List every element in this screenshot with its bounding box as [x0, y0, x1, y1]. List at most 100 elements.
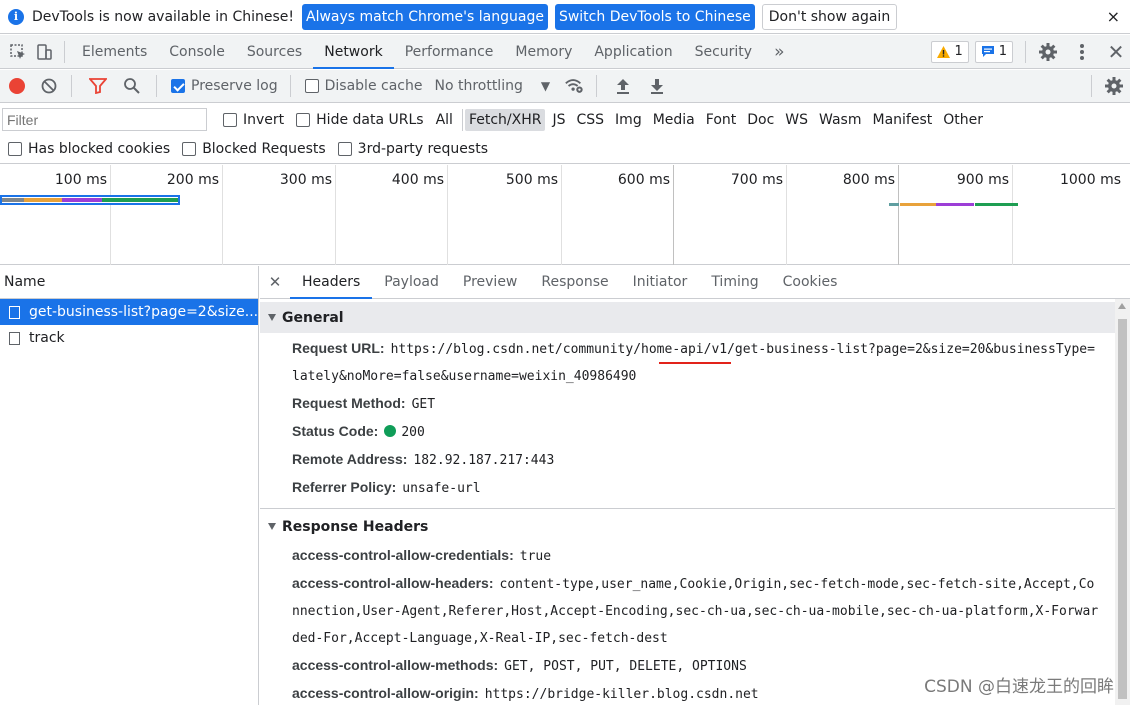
general-section-title: General	[282, 309, 344, 326]
more-tabs-button[interactable]: »	[763, 35, 795, 69]
tab-payload[interactable]: Payload	[372, 266, 451, 299]
document-icon	[9, 331, 20, 345]
document-icon	[9, 305, 20, 319]
request-name: get-business-list?page=2&size...	[29, 304, 258, 320]
header-key: access-control-allow-credentials:	[292, 547, 514, 563]
close-devtools-icon[interactable]: ✕	[1106, 40, 1126, 64]
hide-data-urls-checkbox[interactable]	[296, 112, 311, 127]
search-icon[interactable]	[122, 76, 142, 96]
network-settings-gear-icon[interactable]	[1104, 76, 1124, 96]
warnings-count: 1	[954, 44, 963, 59]
response-headers-title: Response Headers	[282, 518, 429, 535]
third-party-requests-label: 3rd-party requests	[357, 141, 488, 157]
tab-headers[interactable]: Headers	[290, 266, 373, 299]
close-details-icon[interactable]: ✕	[260, 273, 290, 291]
blocked-requests-label: Blocked Requests	[202, 141, 326, 157]
switch-to-chinese-button[interactable]: Switch DevTools to Chinese	[554, 3, 755, 30]
inspect-element-icon[interactable]	[8, 42, 28, 62]
general-section-header[interactable]: General	[260, 302, 1115, 333]
tab-performance[interactable]: Performance	[394, 35, 505, 69]
tab-preview[interactable]: Preview	[451, 266, 530, 299]
tab-memory[interactable]: Memory	[504, 35, 583, 69]
infobar-close-icon[interactable]: ×	[1107, 7, 1120, 26]
expand-triangle-icon	[268, 523, 276, 530]
throttling-dropdown-icon[interactable]: ▼	[541, 79, 550, 93]
tab-application[interactable]: Application	[583, 35, 683, 69]
timeline-tick: 200 ms	[166, 172, 219, 188]
filter-type-js[interactable]: JS	[548, 109, 569, 131]
filter-input[interactable]	[2, 108, 207, 131]
throttling-select[interactable]: No throttling	[434, 78, 522, 94]
device-toolbar-icon[interactable]	[34, 42, 54, 62]
tab-network[interactable]: Network	[313, 35, 395, 69]
timeline-bar-connect	[24, 198, 62, 202]
tab-timing[interactable]: Timing	[699, 266, 770, 299]
always-match-language-button[interactable]: Always match Chrome's language	[302, 3, 548, 30]
filter-type-font[interactable]: Font	[702, 109, 740, 131]
expand-triangle-icon	[268, 314, 276, 321]
network-overview-timeline[interactable]: 100 ms 200 ms 300 ms 400 ms 500 ms 600 m…	[0, 165, 1130, 265]
status-code-row: Status Code: 200	[260, 418, 1115, 446]
filter-type-other[interactable]: Other	[939, 109, 987, 131]
filter-type-ws[interactable]: WS	[781, 109, 812, 131]
tab-security[interactable]: Security	[684, 35, 764, 69]
network-conditions-icon[interactable]	[564, 76, 584, 96]
timeline-bar-queue	[2, 198, 24, 202]
preserve-log-checkbox[interactable]	[171, 79, 185, 93]
response-headers-section-header[interactable]: Response Headers	[260, 511, 1115, 542]
devtools-tabbar: Elements Console Sources Network Perform…	[0, 35, 1130, 69]
tab-console[interactable]: Console	[158, 35, 236, 69]
filter-type-doc[interactable]: Doc	[743, 109, 778, 131]
request-list: Name get-business-list?page=2&size... tr…	[0, 266, 259, 705]
name-column-header[interactable]: Name	[0, 266, 258, 299]
details-scrollbar[interactable]	[1115, 299, 1130, 705]
preserve-log-label: Preserve log	[191, 78, 278, 94]
request-method-row: Request Method: GET	[260, 390, 1115, 418]
request-method-value: GET	[411, 397, 436, 412]
request-row-track[interactable]: track	[0, 325, 258, 351]
third-party-requests-checkbox[interactable]	[337, 142, 352, 156]
filter-type-fetch-xhr[interactable]: Fetch/XHR	[464, 108, 546, 131]
timeline-tick: 900 ms	[956, 172, 1009, 188]
blocked-requests-checkbox[interactable]	[182, 142, 197, 156]
timeline-bar-waiting	[936, 203, 974, 206]
clear-icon[interactable]	[39, 76, 59, 96]
filter-type-manifest[interactable]: Manifest	[869, 109, 937, 131]
blocked-filter-row: Has blocked cookies Blocked Requests 3rd…	[0, 135, 1130, 164]
filter-type-css[interactable]: CSS	[572, 109, 608, 131]
annotation-underline	[659, 362, 731, 364]
messages-badge[interactable]: 1	[974, 40, 1013, 63]
filter-type-all[interactable]: All	[432, 109, 457, 131]
record-icon[interactable]	[9, 78, 25, 94]
filter-type-media[interactable]: Media	[649, 109, 699, 131]
tab-sources[interactable]: Sources	[236, 35, 313, 69]
status-code-label: Status Code:	[292, 423, 379, 439]
export-har-icon[interactable]	[647, 76, 667, 96]
header-key: access-control-allow-headers:	[292, 575, 494, 591]
filter-funnel-icon[interactable]	[88, 76, 108, 96]
warnings-badge[interactable]: 1	[931, 40, 969, 63]
scrollbar-thumb[interactable]	[1118, 319, 1127, 699]
header-value: https://bridge-killer.blog.csdn.net	[484, 687, 759, 702]
request-method-label: Request Method:	[292, 395, 406, 411]
filter-type-wasm[interactable]: Wasm	[815, 109, 865, 131]
header-key: access-control-allow-origin:	[292, 685, 479, 701]
tab-cookies[interactable]: Cookies	[771, 266, 850, 299]
tab-response[interactable]: Response	[529, 266, 620, 299]
header-value: true	[519, 549, 552, 564]
import-har-icon[interactable]	[613, 76, 633, 96]
invert-checkbox[interactable]	[223, 112, 237, 127]
settings-gear-icon[interactable]	[1038, 42, 1058, 62]
tab-initiator[interactable]: Initiator	[621, 266, 700, 299]
language-infobar: i DevTools is now available in Chinese! …	[0, 0, 1130, 34]
invert-label: Invert	[243, 111, 285, 128]
request-row-get-business-list[interactable]: get-business-list?page=2&size...	[0, 299, 258, 325]
disable-cache-checkbox[interactable]	[304, 79, 319, 93]
tab-elements[interactable]: Elements	[71, 35, 158, 69]
scroll-up-arrow-icon[interactable]	[1118, 303, 1126, 309]
referrer-policy-row: Referrer Policy: unsafe-url	[260, 474, 1115, 502]
filter-type-img[interactable]: Img	[611, 109, 646, 131]
dont-show-again-button[interactable]: Don't show again	[761, 3, 898, 30]
more-options-icon[interactable]	[1072, 42, 1092, 62]
has-blocked-cookies-checkbox[interactable]	[8, 142, 22, 156]
